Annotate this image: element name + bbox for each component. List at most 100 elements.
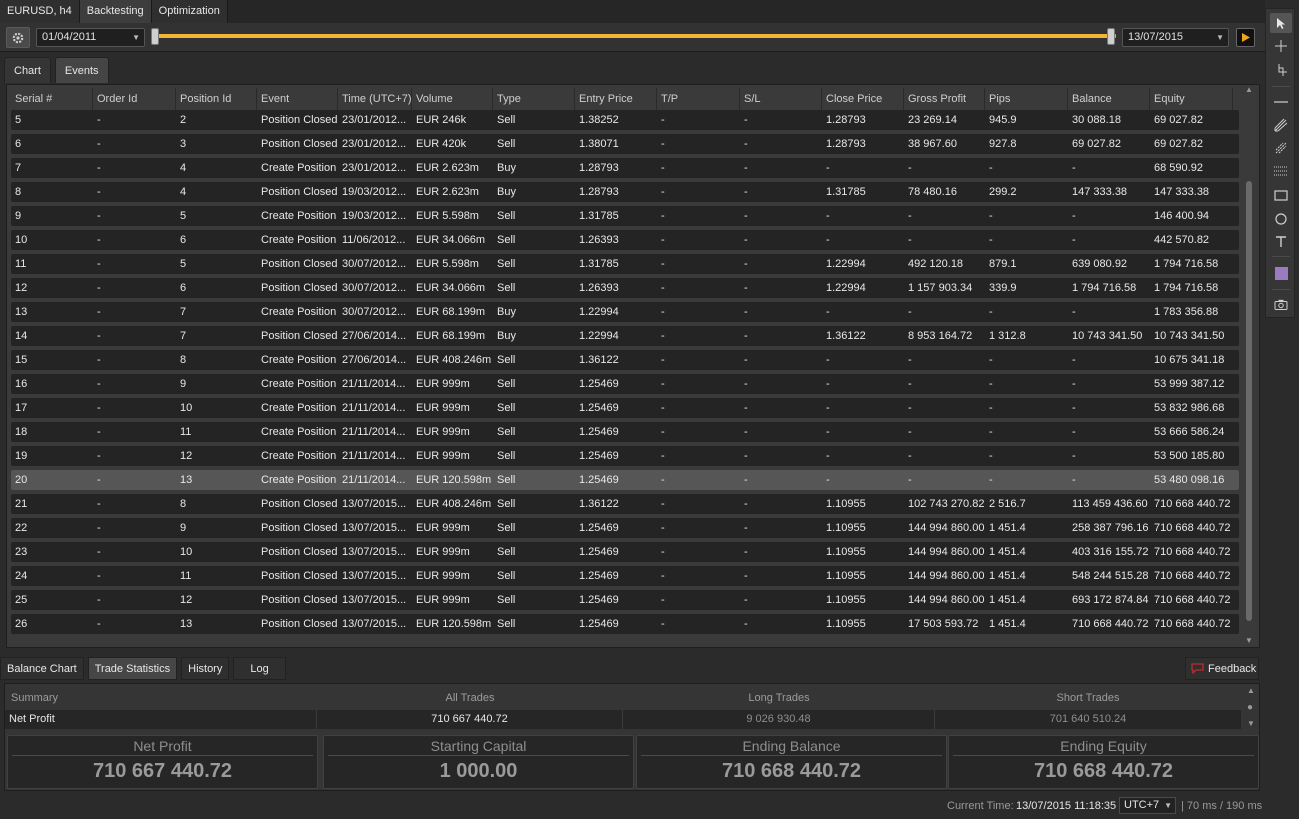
table-cell: 7 [15, 162, 22, 174]
tab-history[interactable]: History [181, 657, 230, 680]
scroll-thumb-dot[interactable]: ● [1247, 702, 1253, 713]
table-row[interactable]: 9 - 5 Create Position 19/03/2012... EUR 5.598… [11, 206, 1239, 226]
table-row[interactable]: 7 - 4 Create Position 23/01/2012... EUR 2.623… [11, 158, 1239, 178]
column-header[interactable]: Serial # [11, 88, 93, 110]
table-cell: - [908, 162, 912, 174]
table-cell: - [1072, 378, 1076, 390]
speech-bubble-icon [1191, 663, 1204, 674]
column-header[interactable]: Gross Profit [904, 88, 985, 110]
column-header[interactable]: Time (UTC+7) [338, 88, 412, 110]
table-cell: Position Closed [261, 186, 338, 198]
timezone-select[interactable]: UTC+7 ▼ [1119, 797, 1176, 814]
column-header[interactable]: Position Id [176, 88, 257, 110]
table-cell: 1 794 716.58 [1154, 282, 1219, 294]
ellipse-tool[interactable] [1270, 209, 1292, 229]
events-scrollbar[interactable]: ▲ ▼ [1243, 85, 1255, 647]
cursor-tool[interactable] [1270, 13, 1292, 33]
table-row[interactable]: 18 - 11 Create Position 21/11/2014... EUR 999… [11, 422, 1239, 442]
table-row[interactable]: 21 - 8 Position Closed 13/07/2015... EUR 408.… [11, 494, 1239, 514]
table-row[interactable]: 23 - 10 Position Closed 13/07/2015... EUR 999… [11, 542, 1239, 562]
tab-optimization[interactable]: Optimization [151, 0, 228, 23]
stats-scrollbar[interactable]: ▲ ● ▼ [1245, 686, 1257, 732]
table-row[interactable]: 11 - 5 Position Closed 30/07/2012... EUR 5.59… [11, 254, 1239, 274]
table-row[interactable]: 8 - 4 Position Closed 19/03/2012... EUR 2.623… [11, 182, 1239, 202]
events-scroll-thumb[interactable] [1246, 181, 1252, 621]
range-start-handle[interactable] [151, 28, 159, 45]
table-row[interactable]: 26 - 13 Position Closed 13/07/2015... EUR 120… [11, 614, 1239, 634]
table-row[interactable]: 5 - 2 Position Closed 23/01/2012... EUR 246k S… [11, 110, 1239, 130]
start-backtest-button[interactable] [1236, 28, 1255, 47]
table-row[interactable]: 12 - 6 Position Closed 30/07/2012... EUR 34.0… [11, 278, 1239, 298]
end-date-select[interactable]: 13/07/2015 ▼ [1122, 28, 1229, 47]
tab-log[interactable]: Log [233, 657, 286, 680]
table-row[interactable]: 6 - 3 Position Closed 23/01/2012... EUR 420k S… [11, 134, 1239, 154]
table-row[interactable]: 17 - 10 Create Position 21/11/2014... EUR 999… [11, 398, 1239, 418]
table-row[interactable]: 13 - 7 Create Position 30/07/2012... EUR 68.1… [11, 302, 1239, 322]
scroll-down-icon[interactable]: ▼ [1245, 636, 1253, 645]
feedback-button[interactable]: Feedback [1185, 657, 1259, 680]
tab-balance-chart[interactable]: Balance Chart [0, 657, 84, 680]
column-header[interactable]: Entry Price [575, 88, 657, 110]
screenshot-button[interactable] [1270, 294, 1292, 314]
text-tool[interactable] [1270, 232, 1292, 252]
tab-backtesting[interactable]: Backtesting [79, 0, 152, 23]
column-header[interactable]: Event [257, 88, 338, 110]
table-cell: 10 [15, 234, 28, 246]
table-cell: 144 994 860.00 [908, 522, 985, 534]
column-header[interactable]: S/L [740, 88, 822, 110]
column-header[interactable]: Equity [1150, 88, 1233, 110]
column-header[interactable]: Type [493, 88, 575, 110]
table-cell: 710 668 440.72 [1154, 498, 1231, 510]
color-picker[interactable] [1270, 263, 1292, 283]
tab-symbol[interactable]: EURUSD, h4 [0, 0, 80, 23]
table-cell: Create Position [261, 450, 337, 462]
table-row[interactable]: 25 - 12 Position Closed 13/07/2015... EUR 999… [11, 590, 1239, 610]
table-row[interactable]: 10 - 6 Create Position 11/06/2012... EUR 34.0… [11, 230, 1239, 250]
column-header[interactable]: Close Price [822, 88, 904, 110]
column-header[interactable]: Pips [985, 88, 1068, 110]
table-row[interactable]: 16 - 9 Create Position 21/11/2014... EUR 999m… [11, 374, 1239, 394]
settings-button[interactable] [6, 27, 30, 48]
table-cell: 10 743 341.50 [1154, 330, 1225, 342]
tab-events[interactable]: Events [54, 57, 109, 83]
kpi-label: Net Profit [12, 736, 313, 756]
table-cell: - [908, 210, 912, 222]
table-cell: 23/01/2012... [342, 138, 407, 150]
table-cell: 144 994 860.00 [908, 594, 985, 606]
table-cell: - [661, 450, 665, 462]
table-row[interactable]: 22 - 9 Position Closed 13/07/2015... EUR 999m… [11, 518, 1239, 538]
tab-chart[interactable]: Chart [4, 57, 51, 83]
zoom-tool[interactable] [1270, 60, 1292, 80]
table-cell: Buy [497, 306, 516, 318]
column-header[interactable]: T/P [657, 88, 740, 110]
scroll-up-icon[interactable]: ▲ [1247, 686, 1255, 695]
column-header[interactable]: Balance [1068, 88, 1150, 110]
pitchfork-tool[interactable] [1270, 115, 1292, 135]
column-header[interactable]: Volume [412, 88, 493, 110]
horizontal-line-tool[interactable] [1270, 92, 1292, 112]
start-date-select[interactable]: 01/04/2011 ▼ [36, 28, 145, 47]
table-cell: Sell [497, 570, 516, 582]
scroll-down-icon[interactable]: ▼ [1247, 719, 1255, 728]
text-icon [1276, 236, 1286, 247]
table-row[interactable]: 20 - 13 Create Position 21/11/2014... EUR 120… [11, 470, 1239, 490]
table-cell: - [826, 210, 830, 222]
table-cell: - [661, 426, 665, 438]
grid-tool[interactable] [1270, 161, 1292, 181]
fibonacci-tool[interactable] [1270, 138, 1292, 158]
column-header[interactable]: Order Id [93, 88, 176, 110]
status-bar: Current Time: 13/07/2015 11:18:35 UTC+7 … [0, 796, 1265, 816]
date-range-slider[interactable] [154, 34, 1116, 38]
table-cell: - [97, 258, 101, 270]
rectangle-tool[interactable] [1270, 186, 1292, 206]
kpi-label: Ending Balance [641, 736, 942, 756]
crosshair-tool[interactable] [1270, 36, 1292, 56]
range-end-handle[interactable] [1107, 28, 1115, 45]
scroll-up-icon[interactable]: ▲ [1245, 85, 1253, 94]
tab-trade-statistics[interactable]: Trade Statistics [87, 657, 178, 680]
table-row[interactable]: 14 - 7 Position Closed 27/06/2014... EUR 68.1… [11, 326, 1239, 346]
table-row[interactable]: 15 - 8 Create Position 27/06/2014... EUR 408.… [11, 350, 1239, 370]
table-cell: Sell [497, 546, 516, 558]
table-row[interactable]: 19 - 12 Create Position 21/11/2014... EUR 999… [11, 446, 1239, 466]
table-row[interactable]: 24 - 11 Position Closed 13/07/2015... EUR 999… [11, 566, 1239, 586]
